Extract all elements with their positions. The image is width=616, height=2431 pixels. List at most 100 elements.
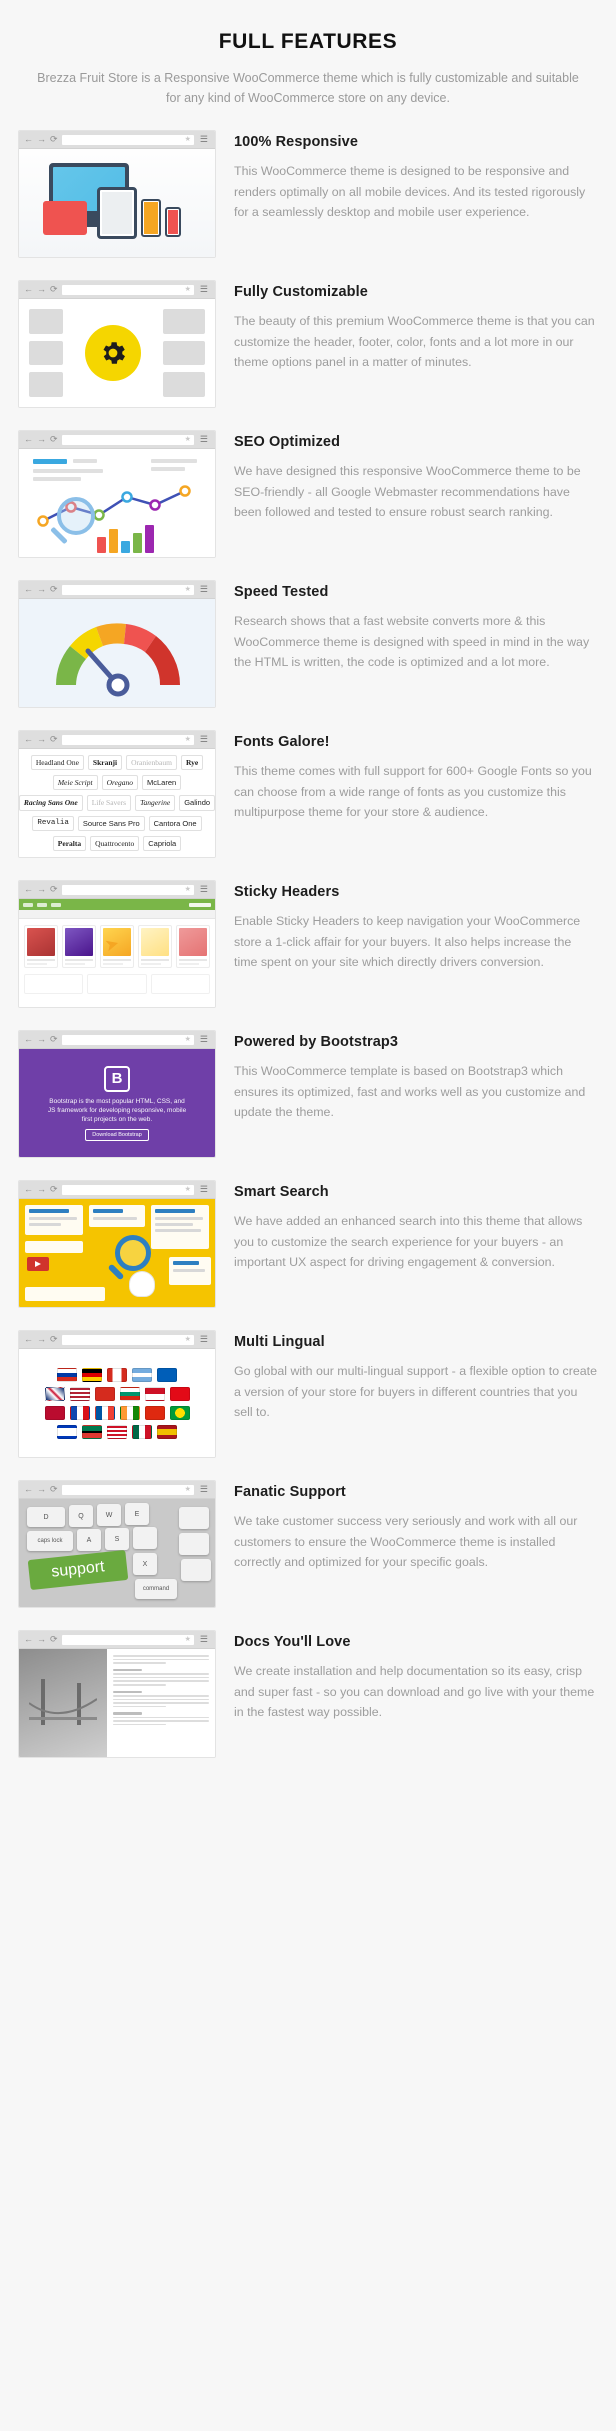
hamburger-menu-icon[interactable]: ☰	[198, 1485, 210, 1494]
forward-arrow-icon[interactable]: →	[37, 285, 46, 294]
hamburger-menu-icon[interactable]: ☰	[198, 435, 210, 444]
forward-arrow-icon[interactable]: →	[37, 1185, 46, 1194]
reload-icon[interactable]: ⟳	[50, 1485, 58, 1494]
hamburger-menu-icon[interactable]: ☰	[198, 885, 210, 894]
reload-icon[interactable]: ⟳	[50, 285, 58, 294]
font-chip[interactable]: McLaren	[141, 774, 182, 791]
seo-analytics-chart-illustration	[19, 449, 215, 557]
play-button-icon[interactable]	[27, 1257, 49, 1271]
back-arrow-icon[interactable]: ←	[24, 885, 33, 894]
star-icon[interactable]: ★	[185, 1186, 191, 1193]
font-chip[interactable]: Life Savers	[86, 795, 132, 811]
hamburger-menu-icon[interactable]: ☰	[198, 735, 210, 744]
font-chip[interactable]: Meie Script	[52, 774, 98, 791]
star-icon[interactable]: ★	[185, 1036, 191, 1043]
font-chip[interactable]: Cantora One	[148, 815, 202, 832]
reload-icon[interactable]: ⟳	[50, 1635, 58, 1644]
back-arrow-icon[interactable]: ←	[24, 1485, 33, 1494]
url-input[interactable]: ★	[61, 434, 194, 445]
browser-nav-buttons: ← → ⟳	[24, 285, 58, 294]
url-input[interactable]: ★	[61, 1634, 194, 1645]
url-input[interactable]: ★	[61, 1184, 194, 1195]
url-input[interactable]: ★	[61, 284, 194, 295]
forward-arrow-icon[interactable]: →	[37, 435, 46, 444]
url-input[interactable]: ★	[61, 584, 194, 595]
back-arrow-icon[interactable]: ←	[24, 585, 33, 594]
forward-arrow-icon[interactable]: →	[37, 1635, 46, 1644]
reload-icon[interactable]: ⟳	[50, 1185, 58, 1194]
font-chip[interactable]: Rye	[180, 754, 204, 770]
browser-chrome: ← → ⟳ ★ ☰	[19, 281, 215, 299]
forward-arrow-icon[interactable]: →	[37, 1485, 46, 1494]
url-input[interactable]: ★	[61, 884, 194, 895]
font-chip[interactable]: Skranji	[87, 754, 123, 770]
forward-arrow-icon[interactable]: →	[37, 1035, 46, 1044]
product-card[interactable]	[176, 925, 210, 968]
forward-arrow-icon[interactable]: →	[37, 1335, 46, 1344]
feature-copy: Powered by Bootstrap3 This WooCommerce t…	[216, 1030, 598, 1123]
reload-icon[interactable]: ⟳	[50, 585, 58, 594]
url-input[interactable]: ★	[61, 734, 194, 745]
hamburger-menu-icon[interactable]: ☰	[198, 1335, 210, 1344]
reload-icon[interactable]: ⟳	[50, 885, 58, 894]
reload-icon[interactable]: ⟳	[50, 1335, 58, 1344]
product-card[interactable]	[62, 925, 96, 968]
font-chip[interactable]: Oregano	[101, 774, 138, 791]
font-chip[interactable]: Oranienbaum	[126, 754, 177, 770]
documentation-text-block	[107, 1649, 215, 1757]
back-arrow-icon[interactable]: ←	[24, 1185, 33, 1194]
back-arrow-icon[interactable]: ←	[24, 135, 33, 144]
star-icon[interactable]: ★	[185, 1636, 191, 1643]
hamburger-menu-icon[interactable]: ☰	[198, 135, 210, 144]
screenshot-fonts: ← → ⟳ ★ ☰ Headland One Skranji Oranienba…	[18, 730, 216, 858]
reload-icon[interactable]: ⟳	[50, 735, 58, 744]
reload-icon[interactable]: ⟳	[50, 1035, 58, 1044]
back-arrow-icon[interactable]: ←	[24, 285, 33, 294]
url-input[interactable]: ★	[61, 1484, 194, 1495]
feature-copy: Sticky Headers Enable Sticky Headers to …	[216, 880, 598, 973]
text-line	[113, 1683, 166, 1686]
hamburger-menu-icon[interactable]: ☰	[198, 1185, 210, 1194]
font-chip[interactable]: Quattrocento	[90, 836, 140, 852]
url-input[interactable]: ★	[61, 134, 194, 145]
star-icon[interactable]: ★	[185, 886, 191, 893]
text-line	[113, 1702, 209, 1704]
font-chip[interactable]: Racing Sans One	[19, 795, 83, 811]
product-card[interactable]	[24, 925, 58, 968]
star-icon[interactable]: ★	[185, 1336, 191, 1343]
download-bootstrap-button[interactable]: Download Bootstrap	[85, 1128, 149, 1141]
font-chip[interactable]: Headland One	[30, 754, 84, 770]
back-arrow-icon[interactable]: ←	[24, 435, 33, 444]
font-chip[interactable]: Tangerine	[135, 795, 176, 811]
text-line	[113, 1705, 166, 1708]
font-chip[interactable]: Peralta	[52, 836, 87, 852]
back-arrow-icon[interactable]: ←	[24, 1635, 33, 1644]
back-arrow-icon[interactable]: ←	[24, 735, 33, 744]
reload-icon[interactable]: ⟳	[50, 435, 58, 444]
forward-arrow-icon[interactable]: →	[37, 135, 46, 144]
url-input[interactable]: ★	[61, 1334, 194, 1345]
hamburger-menu-icon[interactable]: ☰	[198, 1635, 210, 1644]
hamburger-menu-icon[interactable]: ☰	[198, 285, 210, 294]
star-icon[interactable]: ★	[185, 436, 191, 443]
forward-arrow-icon[interactable]: →	[37, 885, 46, 894]
star-icon[interactable]: ★	[185, 586, 191, 593]
star-icon[interactable]: ★	[185, 736, 191, 743]
hamburger-menu-icon[interactable]: ☰	[198, 1035, 210, 1044]
back-arrow-icon[interactable]: ←	[24, 1335, 33, 1344]
hamburger-menu-icon[interactable]: ☰	[198, 585, 210, 594]
font-chip[interactable]: Capriola	[143, 836, 182, 852]
product-card[interactable]	[138, 925, 172, 968]
star-icon[interactable]: ★	[185, 136, 191, 143]
font-chip[interactable]: Source Sans Pro	[77, 815, 145, 832]
url-input[interactable]: ★	[61, 1034, 194, 1045]
star-icon[interactable]: ★	[185, 286, 191, 293]
forward-arrow-icon[interactable]: →	[37, 735, 46, 744]
back-arrow-icon[interactable]: ←	[24, 1035, 33, 1044]
keyboard-key	[133, 1527, 157, 1549]
font-chip[interactable]: Revalia	[32, 815, 74, 832]
star-icon[interactable]: ★	[185, 1486, 191, 1493]
forward-arrow-icon[interactable]: →	[37, 585, 46, 594]
font-chip[interactable]: Galindo	[179, 795, 215, 811]
reload-icon[interactable]: ⟳	[50, 135, 58, 144]
